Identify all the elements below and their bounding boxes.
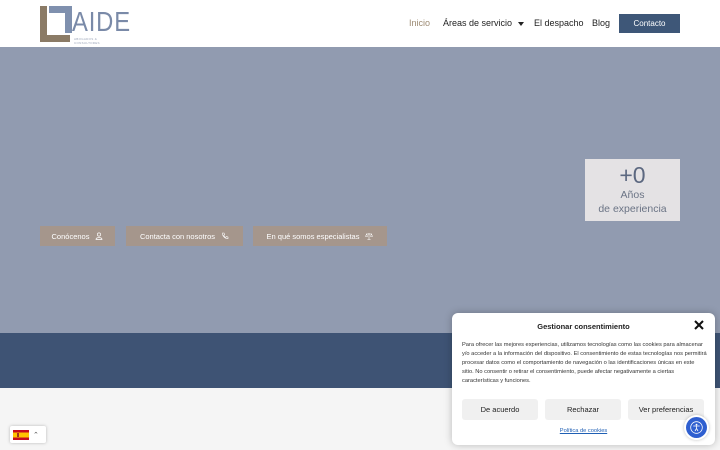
nav-item-areas-label: Áreas de servicio	[443, 18, 513, 28]
stat-value: +0	[619, 162, 646, 188]
cookie-policy-link[interactable]: Política de cookies	[452, 428, 715, 434]
person-icon	[96, 232, 103, 240]
stat-label-years: Años	[620, 189, 645, 201]
accessibility-icon	[690, 421, 703, 434]
phone-icon	[222, 232, 229, 239]
accessibility-button[interactable]	[686, 417, 707, 438]
caret-down-icon	[518, 21, 525, 26]
contact-us-label: Contacta con nosotros	[139, 231, 216, 241]
brand-logo[interactable]: AIDE ABOGADOS & CONSULTORES	[40, 6, 130, 45]
stat-label-experience: de experiencia	[598, 203, 667, 215]
logo-mark-icon	[40, 6, 72, 42]
experience-stat: +0 Años de experiencia	[585, 159, 680, 221]
contact-button[interactable]: Contacto	[619, 14, 680, 33]
reject-button[interactable]: Rechazar	[545, 399, 621, 420]
specialties-label: En qué somos especialistas	[266, 231, 360, 241]
cookie-dialog-body: Para ofrecer las mejores experiencias, u…	[462, 342, 707, 384]
spain-flag-icon	[13, 429, 29, 440]
scales-icon	[365, 233, 374, 240]
site-header: AIDE ABOGADOS & CONSULTORES Inicio Áreas…	[0, 0, 720, 47]
logo-tagline: ABOGADOS & CONSULTORES	[74, 37, 100, 45]
contact-us-button[interactable]: Contacta con nosotros	[126, 226, 243, 246]
about-us-label: Conócenos	[51, 231, 90, 241]
about-us-button[interactable]: Conócenos	[40, 226, 115, 246]
specialties-button[interactable]: En qué somos especialistas	[253, 226, 387, 246]
accept-button[interactable]: De acuerdo	[462, 399, 538, 420]
nav-item-inicio[interactable]: Inicio	[409, 17, 430, 29]
logo-text: AIDE	[72, 6, 131, 37]
nav-item-despacho[interactable]: El despacho	[534, 17, 584, 29]
nav-item-blog[interactable]: Blog	[592, 17, 610, 29]
language-switcher[interactable]: ⌃	[10, 426, 46, 443]
close-icon[interactable]	[693, 319, 705, 331]
cookie-consent-dialog: Gestionar consentimiento Para ofrecer la…	[452, 313, 715, 445]
nav-item-areas[interactable]: Áreas de servicio	[443, 17, 525, 29]
chevron-up-icon: ⌃	[33, 431, 39, 439]
cookie-dialog-title: Gestionar consentimiento	[537, 322, 630, 331]
